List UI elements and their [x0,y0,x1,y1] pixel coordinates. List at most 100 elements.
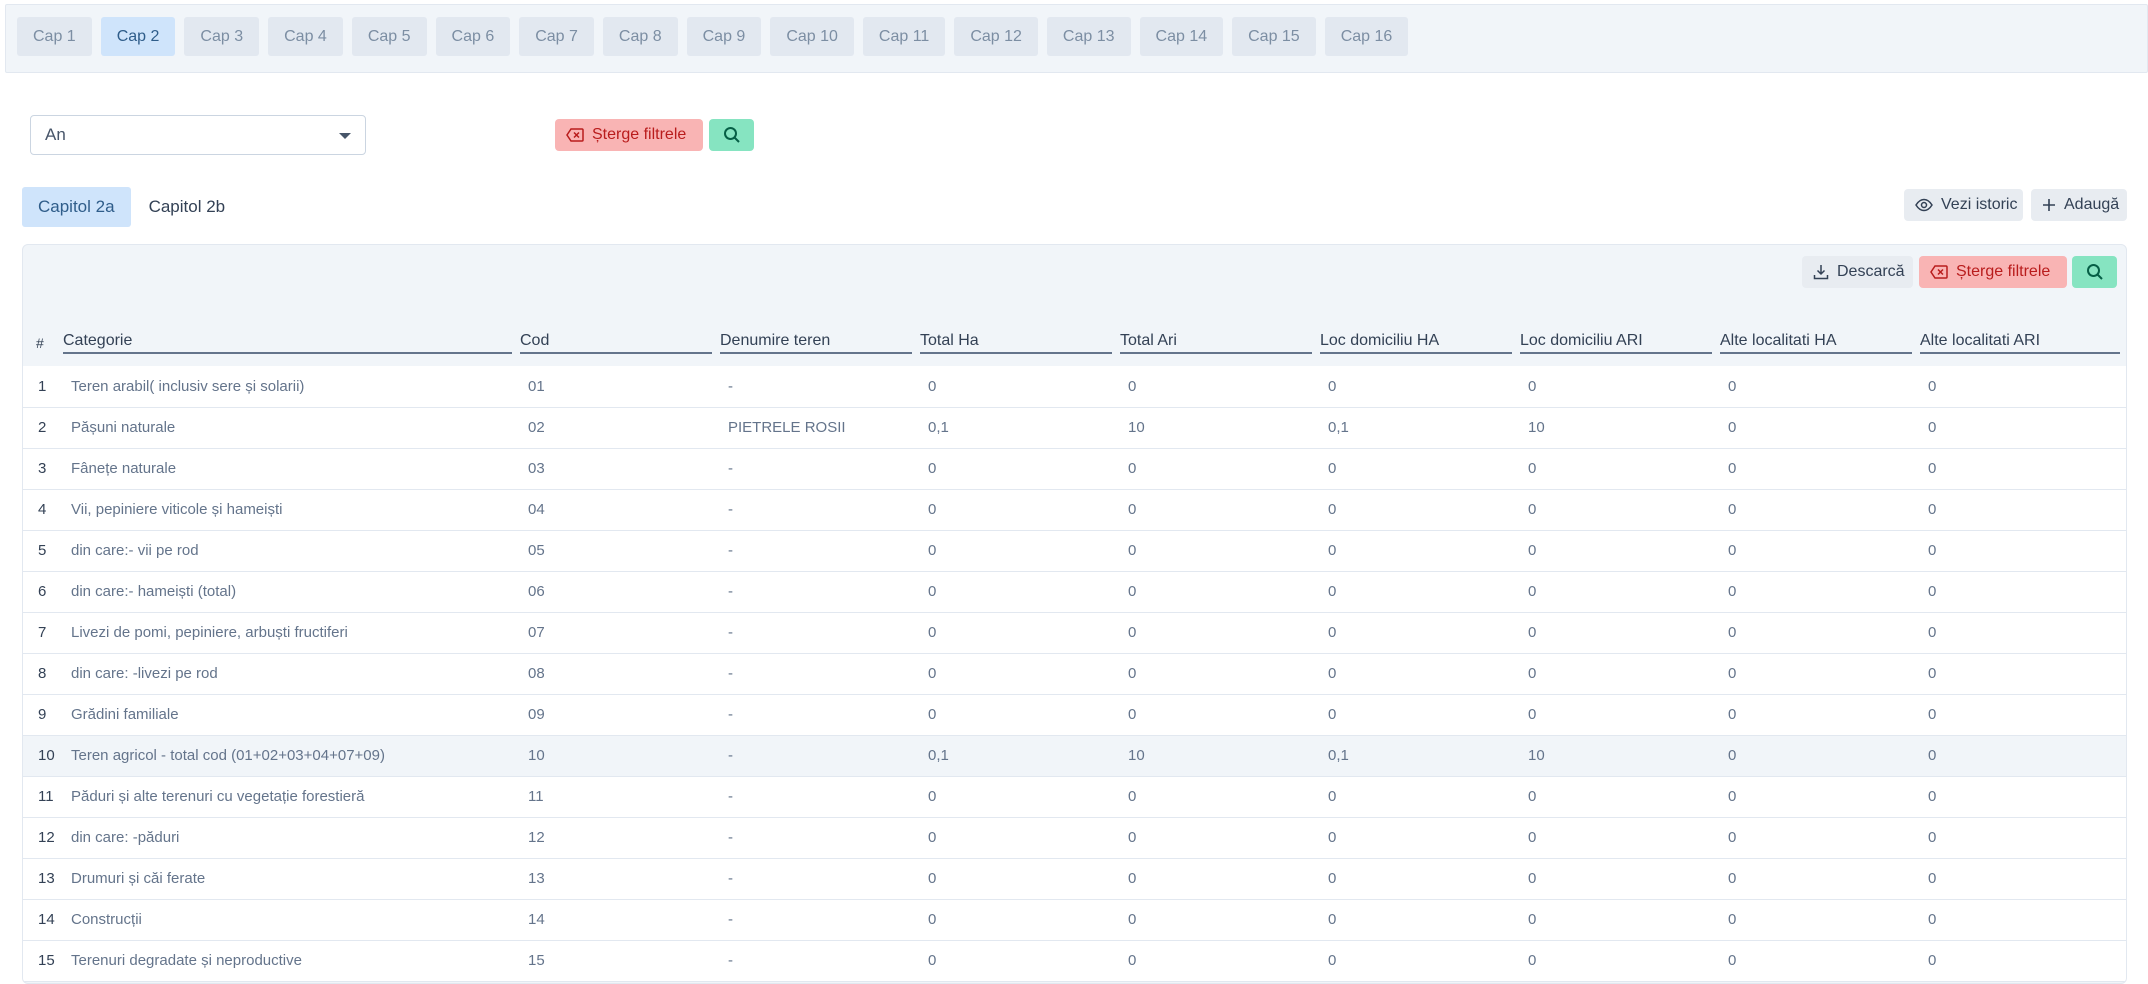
table-cell: 0 [1328,665,1337,682]
table-cell: 8 [38,665,47,682]
table-cell: din care:- vii pe rod [71,542,199,559]
table-cell: 05 [528,542,545,559]
tab-cap-15[interactable]: Cap 15 [1232,17,1316,56]
tab-cap-3[interactable]: Cap 3 [184,17,260,56]
table-cell: - [728,501,733,518]
year-select[interactable]: An [30,115,366,155]
tab-cap-5[interactable]: Cap 5 [351,17,427,56]
table-cell: 0 [1728,583,1737,600]
table-cell: 01 [528,377,545,395]
table-row[interactable]: 12 din care: -păduri 12 - 0 0 0 0 0 0 [23,817,2126,858]
tab-cap-2[interactable]: Cap 2 [100,17,176,56]
data-panel: Descarcă Șterge filtrele # Categorie Cod De… [22,244,2127,984]
tab-cap-13[interactable]: Cap 13 [1046,17,1131,56]
column-header-label: Alte localitati HA [1720,332,1912,354]
table-cell: 0 [1128,377,1137,395]
tab-cap-1[interactable]: Cap 1 [17,17,92,56]
column-header[interactable]: Alte localitati HA [1718,320,1918,366]
table-cell: 0 [1528,665,1537,682]
download-button[interactable]: Descarcă [1802,256,1913,288]
table-cell: 0 [1328,911,1337,928]
table-cell: 08 [528,665,545,682]
table-cell: 0 [928,583,937,600]
table-cell: 13 [38,870,55,887]
table-cell: 0 [1128,952,1137,969]
tab-capitol-2b[interactable]: Capitol 2b [133,187,242,227]
plus-icon [2042,198,2056,212]
table-row[interactable]: 14 Construcții 14 - 0 0 0 0 0 0 [23,899,2126,940]
table-cell: 0,1 [928,419,949,436]
panel-search-button[interactable] [2072,256,2117,288]
panel-clear-filters-button[interactable]: Șterge filtrele [1919,256,2067,288]
table-row[interactable]: 10 Teren agricol - total cod (01+02+03+04… [23,735,2126,776]
table-cell: 0 [1928,665,1937,682]
table-row[interactable]: 4 Vii, pepiniere viticole și hameiști 04 - 0… [23,489,2126,530]
table-cell: - [728,377,733,395]
table-cell: 12 [38,829,55,846]
table-cell: 0 [1528,706,1537,723]
table-cell: 5 [38,542,47,559]
column-header[interactable]: Loc domiciliu HA [1318,320,1518,366]
tab-cap-8[interactable]: Cap 8 [602,17,678,56]
table-cell: 0 [1928,583,1937,600]
tab-cap-14[interactable]: Cap 14 [1139,17,1224,56]
table-row[interactable]: 6 din care:- hameiști (total) 06 - 0 0 0 0 0 0 [23,571,2126,612]
table-row[interactable]: 13 Drumuri și căi ferate 13 - 0 0 0 0 0 0 [23,858,2126,899]
column-header[interactable]: Categorie [61,320,518,366]
column-header[interactable]: Total Ha [918,320,1118,366]
tab-capitol-2a[interactable]: Capitol 2a [22,187,131,227]
data-table: # Categorie Cod Denumire teren Total Ha Total… [23,320,2126,982]
table-row[interactable]: 7 Livezi de pomi, pepiniere, arbuști fruc… [23,612,2126,653]
table-row[interactable]: 15 Terenuri degradate și neproductive 15 - 0… [23,940,2126,981]
table-cell: 0 [1328,870,1337,887]
table-cell: 6 [38,583,47,600]
table-row[interactable]: 2 Pășuni naturale 02 PIETRELE ROSII 0,1 10 0,1… [23,407,2126,448]
tab-cap-12[interactable]: Cap 12 [954,17,1038,56]
table-row[interactable]: 5 din care:- vii pe rod 05 - 0 0 0 0 0 0 [23,530,2126,571]
tab-cap-7[interactable]: Cap 7 [519,17,594,56]
table-row[interactable]: 9 Grădini familiale 09 - 0 0 0 0 0 0 [23,694,2126,735]
search-button[interactable] [709,119,754,151]
table-cell: 0 [1128,706,1137,723]
table-cell: 0 [928,624,937,641]
table-cell: 0 [1528,542,1537,559]
tab-cap-11[interactable]: Cap 11 [862,17,946,56]
column-header-label: Total Ha [920,332,1112,354]
table-cell: 0 [1128,583,1137,600]
table-cell: 0 [1128,870,1137,887]
table-cell: Construcții [71,911,142,928]
table-cell: 09 [528,706,545,723]
tab-cap-16[interactable]: Cap 16 [1324,17,1409,56]
table-row[interactable]: 3 Fânețe naturale 03 - 0 0 0 0 0 0 [23,448,2126,489]
column-header[interactable]: Cod [518,320,718,366]
column-header[interactable]: Total Ari [1118,320,1318,366]
tab-cap-6[interactable]: Cap 6 [435,17,511,56]
add-button[interactable]: Adaugă [2031,189,2127,221]
table-cell: 0 [1728,460,1737,477]
tab-cap-4[interactable]: Cap 4 [268,17,343,56]
table-cell: 0 [1928,377,1937,395]
table-cell: - [728,952,733,969]
column-header-label: Total Ari [1120,332,1312,354]
table-cell: PIETRELE ROSII [728,419,846,436]
table-cell: 10 [38,747,55,764]
table-cell: 0 [1728,419,1737,436]
view-history-button[interactable]: Vezi istoric [1904,189,2023,221]
tab-cap-10[interactable]: Cap 10 [770,17,854,56]
table-row[interactable]: 1 Teren arabil( inclusiv sere și solarii)… [23,366,2126,407]
column-header[interactable]: Loc domiciliu ARI [1518,320,1718,366]
table-cell: 0 [1128,665,1137,682]
clear-filters-button[interactable]: Șterge filtrele [555,119,703,151]
table-row[interactable]: 11 Păduri și alte terenuri cu vegetație f… [23,776,2126,817]
table-cell: 0 [1128,911,1137,928]
table-cell: 0 [1528,624,1537,641]
column-header[interactable]: Denumire teren [718,320,918,366]
table-cell: - [728,665,733,682]
tab-cap-9[interactable]: Cap 9 [686,17,762,56]
panel-clear-filters-label: Șterge filtrele [1956,263,2051,280]
table-cell: 0 [1128,501,1137,518]
table-cell: Vii, pepiniere viticole și hameiști [71,501,283,518]
column-header[interactable]: Alte localitati ARI [1918,320,2126,366]
table-row[interactable]: 8 din care: -livezi pe rod 08 - 0 0 0 0 0 0 [23,653,2126,694]
table-cell: 0 [1728,788,1737,805]
